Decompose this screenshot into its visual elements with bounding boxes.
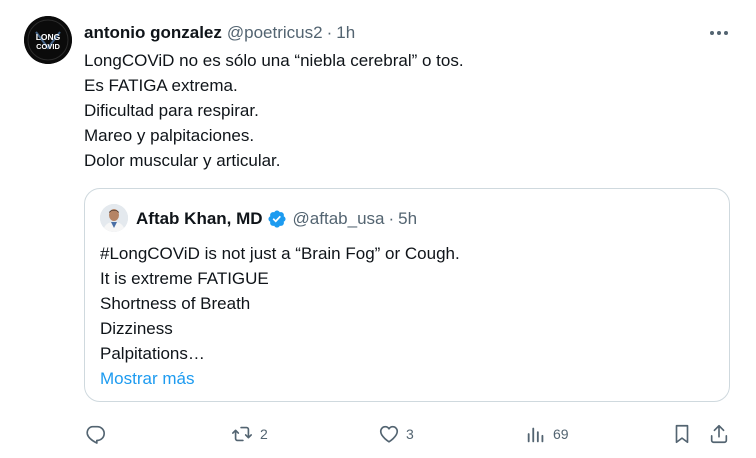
share-icon [710,424,728,444]
retweet-button[interactable]: 2 [230,420,268,448]
tweet-text-line: Mareo y palpitaciones. [84,126,255,145]
verified-badge-icon [268,210,286,228]
tweet-text-line: LongCOViD no es sólo una “niebla cerebra… [84,51,464,70]
quoted-text-line: It is extreme FATIGUE [100,269,269,288]
bookmark-icon [675,424,689,444]
svg-text:COVID: COVID [36,42,60,51]
separator-dot: · [388,209,395,228]
author-avatar[interactable]: LONG COVID [24,16,72,64]
reply-icon [86,425,105,444]
reply-button[interactable] [84,420,106,448]
views-count: 69 [553,426,569,442]
views-button[interactable]: 69 [525,420,569,448]
tweet-time[interactable]: 1h [336,22,355,44]
quoted-tweet-text: #LongCOViD is not just a “Brain Fog” or … [100,241,700,366]
quoted-text-line: #LongCOViD is not just a “Brain Fog” or … [100,244,460,263]
quoted-tweet[interactable]: Aftab Khan, MD @aftab_usa · 5h #LongCOVi… [84,188,730,402]
tweet-header: antonio gonzalez @poetricus2 · 1h [84,22,355,44]
tweet-text: LongCOViD no es sólo una “niebla cerebra… [84,48,724,173]
more-options-button[interactable] [706,24,732,42]
action-bar: 2 3 69 [0,420,756,448]
retweet-icon [232,426,252,442]
quoted-text-line: Dizziness [100,319,173,338]
author-handle[interactable]: @poetricus2 [227,22,323,44]
tweet-text-line: Dolor muscular y articular. [84,151,281,170]
quoted-author-avatar[interactable] [100,204,128,232]
more-icon [710,31,728,35]
quoted-text-line: Shortness of Breath [100,294,251,313]
like-count: 3 [406,426,414,442]
show-more-link[interactable]: Mostrar más [100,366,194,391]
retweet-count: 2 [260,426,268,442]
views-icon [527,427,544,443]
quoted-text-line: Palpitations… [100,344,205,363]
quoted-tweet-time[interactable]: 5h [398,208,417,230]
tweet-text-line: Es FATIGA extrema. [84,76,238,95]
quoted-tweet-header: Aftab Khan, MD @aftab_usa · 5h [136,208,417,230]
author-name[interactable]: antonio gonzalez [84,22,222,44]
tweet-text-line: Dificultad para respirar. [84,101,259,120]
quoted-author-name[interactable]: Aftab Khan, MD [136,208,263,230]
tweet: LONG COVID antonio gonzalez @poetricus2 … [0,0,756,458]
svg-text:LONG: LONG [36,32,61,42]
separator-dot: · [326,23,333,42]
bookmark-button[interactable] [671,420,693,448]
share-button[interactable] [708,420,730,448]
heart-icon [379,425,399,443]
quoted-author-handle[interactable]: @aftab_usa [293,208,385,230]
like-button[interactable]: 3 [378,420,414,448]
